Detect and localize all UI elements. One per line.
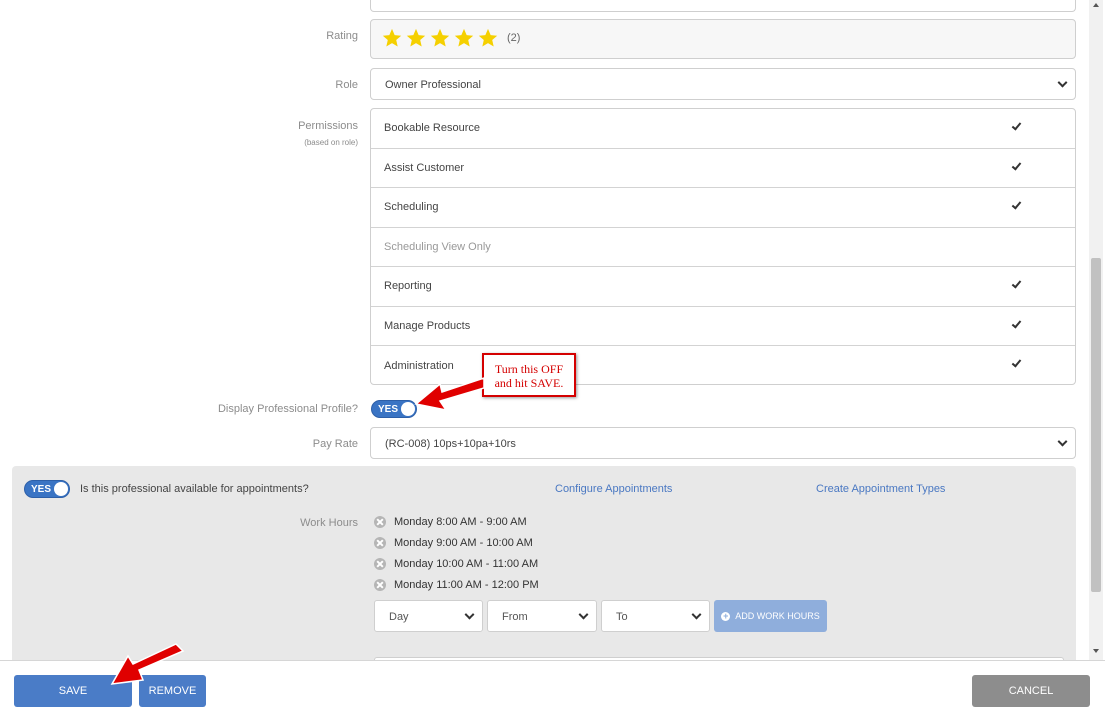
permission-row: Administration bbox=[371, 346, 1075, 386]
scroll-down-arrow-icon[interactable] bbox=[1093, 649, 1099, 653]
day-select[interactable]: Day bbox=[374, 600, 483, 632]
rating-box: (2) bbox=[370, 19, 1076, 59]
annotation-callout: Turn this OFF and hit SAVE. bbox=[482, 353, 576, 397]
checkmark-icon bbox=[1011, 159, 1022, 171]
to-select[interactable]: To bbox=[601, 600, 710, 632]
role-select[interactable]: Owner Professional bbox=[370, 68, 1076, 100]
chevron-down-icon bbox=[1057, 436, 1068, 447]
star-icon bbox=[430, 28, 450, 47]
toggle-label: YES bbox=[31, 484, 52, 495]
work-hours-label: Work Hours bbox=[300, 517, 358, 529]
star-icon bbox=[478, 28, 498, 47]
scroll-up-arrow-icon[interactable] bbox=[1093, 3, 1099, 7]
availability-toggle[interactable]: YES bbox=[24, 480, 70, 498]
plus-circle-icon: + bbox=[721, 610, 731, 621]
pay-rate-select[interactable]: (RC-008) 10ps+10pa+10rs bbox=[370, 427, 1076, 459]
configure-appointments-link[interactable]: Configure Appointments bbox=[555, 483, 672, 495]
toggle-label: YES bbox=[378, 404, 399, 415]
add-work-hours-button[interactable]: + ADD WORK HOURS bbox=[714, 600, 827, 632]
star-icon bbox=[406, 28, 426, 47]
remove-icon[interactable] bbox=[374, 516, 386, 528]
work-hours-text: Monday 8:00 AM - 9:00 AM bbox=[394, 516, 527, 528]
remove-icon[interactable] bbox=[374, 537, 386, 549]
create-appointment-types-link[interactable]: Create Appointment Types bbox=[816, 483, 945, 495]
display-profile-label: Display Professional Profile? bbox=[217, 403, 358, 415]
rating-count: (2) bbox=[507, 32, 521, 44]
work-hours-text: Monday 11:00 AM - 12:00 PM bbox=[394, 579, 539, 591]
from-select-value: From bbox=[502, 611, 528, 623]
permission-label: Scheduling View Only bbox=[384, 240, 491, 253]
permission-label: Manage Products bbox=[384, 319, 471, 332]
work-hours-text: Monday 9:00 AM - 10:00 AM bbox=[394, 537, 533, 549]
star-icon bbox=[382, 28, 402, 47]
annotation-line: and hit SAVE. bbox=[494, 376, 564, 390]
scrollbar[interactable] bbox=[1089, 0, 1103, 660]
work-hours-text: Monday 10:00 AM - 11:00 AM bbox=[394, 558, 539, 570]
availability-panel bbox=[12, 466, 1076, 666]
checkmark-icon bbox=[1011, 317, 1022, 329]
star-rating: (2) bbox=[381, 27, 520, 49]
add-work-hours-label: ADD WORK HOURS bbox=[735, 611, 820, 621]
work-hours-item: Monday 10:00 AM - 11:00 AM bbox=[374, 557, 538, 571]
remove-icon[interactable] bbox=[374, 558, 386, 570]
permission-label: Scheduling bbox=[384, 201, 439, 214]
remove-icon[interactable] bbox=[374, 579, 386, 591]
toggle-knob bbox=[401, 402, 415, 416]
pay-rate-value: (RC-008) 10ps+10pa+10rs bbox=[385, 438, 516, 450]
save-button[interactable]: SAVE bbox=[14, 675, 132, 707]
star-icon bbox=[454, 28, 474, 47]
work-hours-item: Monday 9:00 AM - 10:00 AM bbox=[374, 536, 533, 550]
permissions-label: Permissions bbox=[298, 120, 358, 132]
to-select-value: To bbox=[616, 611, 628, 623]
day-select-value: Day bbox=[389, 611, 409, 623]
work-hours-item: Monday 11:00 AM - 12:00 PM bbox=[374, 578, 539, 592]
chevron-down-icon bbox=[1057, 77, 1068, 88]
chevron-down-icon bbox=[464, 609, 475, 620]
annotation-line: Turn this OFF bbox=[494, 362, 564, 376]
rating-label: Rating bbox=[326, 30, 358, 42]
previous-field bbox=[370, 0, 1076, 12]
permission-row: Assist Customer bbox=[371, 149, 1075, 188]
pay-rate-label: Pay Rate bbox=[312, 438, 358, 450]
checkmark-icon bbox=[1011, 120, 1022, 131]
role-label: Role bbox=[335, 79, 358, 91]
chevron-down-icon bbox=[691, 609, 702, 620]
checkmark-icon bbox=[1011, 199, 1022, 210]
display-profile-toggle[interactable]: YES bbox=[371, 400, 417, 418]
chevron-down-icon bbox=[578, 609, 589, 620]
remove-button[interactable]: REMOVE bbox=[139, 675, 206, 707]
scrollbar-thumb[interactable] bbox=[1091, 258, 1101, 592]
availability-question: Is this professional available for appoi… bbox=[80, 483, 309, 495]
from-select[interactable]: From bbox=[487, 600, 597, 632]
role-value: Owner Professional bbox=[385, 79, 481, 91]
toggle-knob bbox=[54, 482, 68, 496]
permission-row: Manage Products bbox=[371, 307, 1075, 346]
cancel-button[interactable]: CANCEL bbox=[972, 675, 1090, 707]
permission-label: Reporting bbox=[384, 280, 432, 293]
permission-row: Bookable Resource bbox=[371, 109, 1075, 149]
permission-label: Administration bbox=[384, 359, 454, 372]
work-hours-item: Monday 8:00 AM - 9:00 AM bbox=[374, 515, 527, 529]
permission-label: Bookable Resource bbox=[384, 122, 481, 135]
permissions-sublabel: (based on role) bbox=[304, 138, 358, 147]
checkmark-icon bbox=[1011, 278, 1022, 289]
permission-row: Scheduling View Only bbox=[371, 228, 1075, 267]
permissions-list: Bookable Resource Assist Customer Schedu… bbox=[370, 108, 1076, 385]
permission-label: Assist Customer bbox=[384, 161, 465, 174]
checkmark-icon bbox=[1011, 357, 1022, 368]
permission-row: Reporting bbox=[371, 267, 1075, 307]
permission-row: Scheduling bbox=[371, 188, 1075, 228]
